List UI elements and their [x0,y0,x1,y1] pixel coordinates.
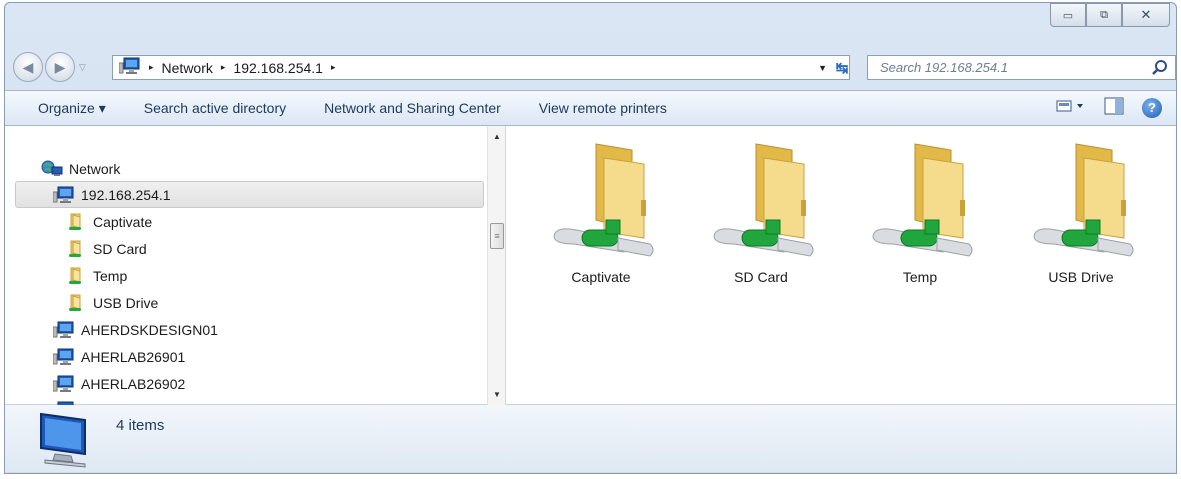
search-box[interactable]: Search 192.168.254.1 [867,55,1176,80]
breadcrumb-separator[interactable]: ▸ [331,62,336,73]
shared-folder-icon [67,212,87,232]
tree-item-share-temp[interactable]: Temp [67,263,127,289]
minimize-button[interactable]: ▭ [1050,3,1086,27]
tree-item-label: Temp [93,268,128,284]
item-count: 4 items [116,417,165,434]
recent-pages-dropdown[interactable]: ▽ [79,62,86,73]
shared-folder-icon [1026,140,1136,261]
command-bar: Organize ▾ Search active directory Netwo… [5,90,1176,126]
tree-item-computer[interactable]: AHERLAB26901 [53,344,185,370]
tree-item-computer[interactable]: AHERLAB26902 [53,371,185,397]
restore-button[interactable]: ⧉ [1086,3,1122,27]
tree-item-label: AHERDSKDESIGN01 [81,322,218,338]
tree-item-share-sd-card[interactable]: SD Card [67,236,147,262]
tree-item-label: Captivate [93,214,153,230]
tree-item-network[interactable]: Network [41,156,120,182]
network-sharing-center-button[interactable]: Network and Sharing Center [305,100,520,116]
tree-item-computer[interactable]: AHERDSKDESIGN01 [53,317,218,343]
refresh-button[interactable]: ↹ [828,55,856,80]
file-item-sd-card[interactable]: SD Card [691,140,831,285]
network-computer-icon [53,186,75,204]
tree-item-label: AHERLAB26902 [81,376,186,392]
network-computer-icon [53,321,75,339]
file-item-label: Captivate [571,269,631,285]
search-placeholder: Search 192.168.254.1 [880,60,1008,75]
help-icon[interactable]: ? [1142,97,1162,118]
tree-item-label: Network [69,161,121,177]
shared-folder-icon [67,266,87,286]
search-icon[interactable] [1151,59,1169,80]
restore-icon: ⧉ [1100,8,1108,21]
file-item-label: Temp [902,269,938,285]
tree-item-label: SD Card [93,241,147,257]
breadcrumb-host[interactable]: 192.168.254.1 [233,60,323,76]
file-item-captivate[interactable]: Captivate [531,140,671,285]
shared-folder-icon [706,140,816,261]
forward-button[interactable]: ▶ [45,52,75,82]
main-content: Network 192.168.254.1 Captivate SD Card … [5,126,1176,405]
back-button[interactable]: ◀ [13,52,43,82]
change-view-icon[interactable] [1056,99,1086,116]
scroll-thumb[interactable]: ≡ [490,223,504,249]
scroll-down-icon[interactable]: ▼ [493,390,501,399]
tree-item-share-captivate[interactable]: Captivate [67,209,152,235]
file-item-label: SD Card [734,269,788,285]
computer-monitor-icon [35,410,99,471]
shared-folder-icon [546,140,656,261]
breadcrumb-separator[interactable]: ▸ [221,62,226,73]
network-globe-icon [41,160,63,178]
shared-folder-icon [865,140,975,261]
shared-folder-icon [67,293,87,313]
forward-arrow-icon: ▶ [54,58,66,75]
search-active-directory-button[interactable]: Search active directory [125,100,305,116]
view-controls: ? [1056,97,1162,118]
breadcrumb-separator[interactable]: ▸ [149,62,154,73]
network-computer-icon [118,57,141,78]
tree-item-host[interactable]: 192.168.254.1 [53,182,171,208]
address-dropdown-icon[interactable]: ▼ [818,63,827,73]
tree-item-computer-partial[interactable] [53,397,81,405]
caption-buttons: ▭ ⧉ ✕ [1050,3,1170,27]
nav-buttons: ◀ ▶ ▽ [13,52,86,82]
refresh-icon: ↹ [835,59,849,77]
navigation-pane: Network 192.168.254.1 Captivate SD Card … [5,126,487,405]
file-item-usb-drive[interactable]: USB Drive [1011,140,1151,285]
close-icon: ✕ [1140,7,1152,22]
scroll-up-icon[interactable]: ▲ [493,132,501,141]
file-item-label: USB Drive [1048,269,1114,285]
view-remote-printers-button[interactable]: View remote printers [520,100,686,116]
tree-item-label: 192.168.254.1 [81,187,171,203]
navigation-scrollbar[interactable]: ▲ ≡ ▼ [487,126,506,405]
close-button[interactable]: ✕ [1122,3,1170,27]
network-computer-icon [53,375,75,393]
address-bar[interactable]: ▸ Network ▸ 192.168.254.1 ▸ ▼ [112,55,850,80]
network-computer-icon [53,348,75,366]
file-item-temp[interactable]: Temp [850,140,990,285]
back-arrow-icon: ◀ [22,58,34,75]
shared-folder-icon [67,239,87,259]
tree-item-share-usb-drive[interactable]: USB Drive [67,290,158,316]
preview-pane-icon[interactable] [1104,97,1124,118]
tree-item-label: USB Drive [93,295,159,311]
organize-button[interactable]: Organize ▾ [5,100,125,117]
details-pane: 4 items [5,405,1176,472]
minimize-icon: ▭ [1062,9,1074,22]
breadcrumb-network[interactable]: Network [162,60,213,76]
tree-item-label: AHERLAB26901 [81,349,186,365]
